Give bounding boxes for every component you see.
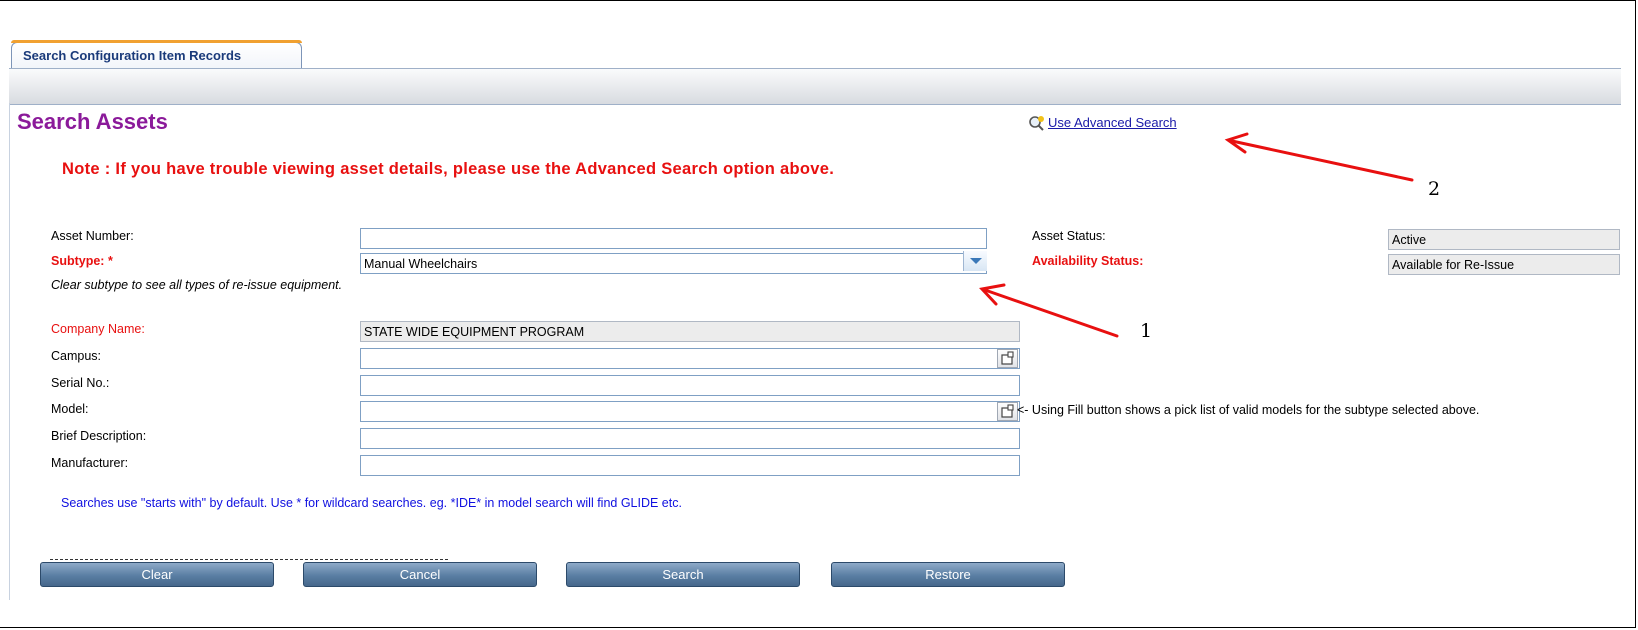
annotation-label-1: 1 xyxy=(1140,320,1153,342)
annotation-arrows xyxy=(979,132,1414,338)
annotation-label-2: 2 xyxy=(1428,178,1441,200)
